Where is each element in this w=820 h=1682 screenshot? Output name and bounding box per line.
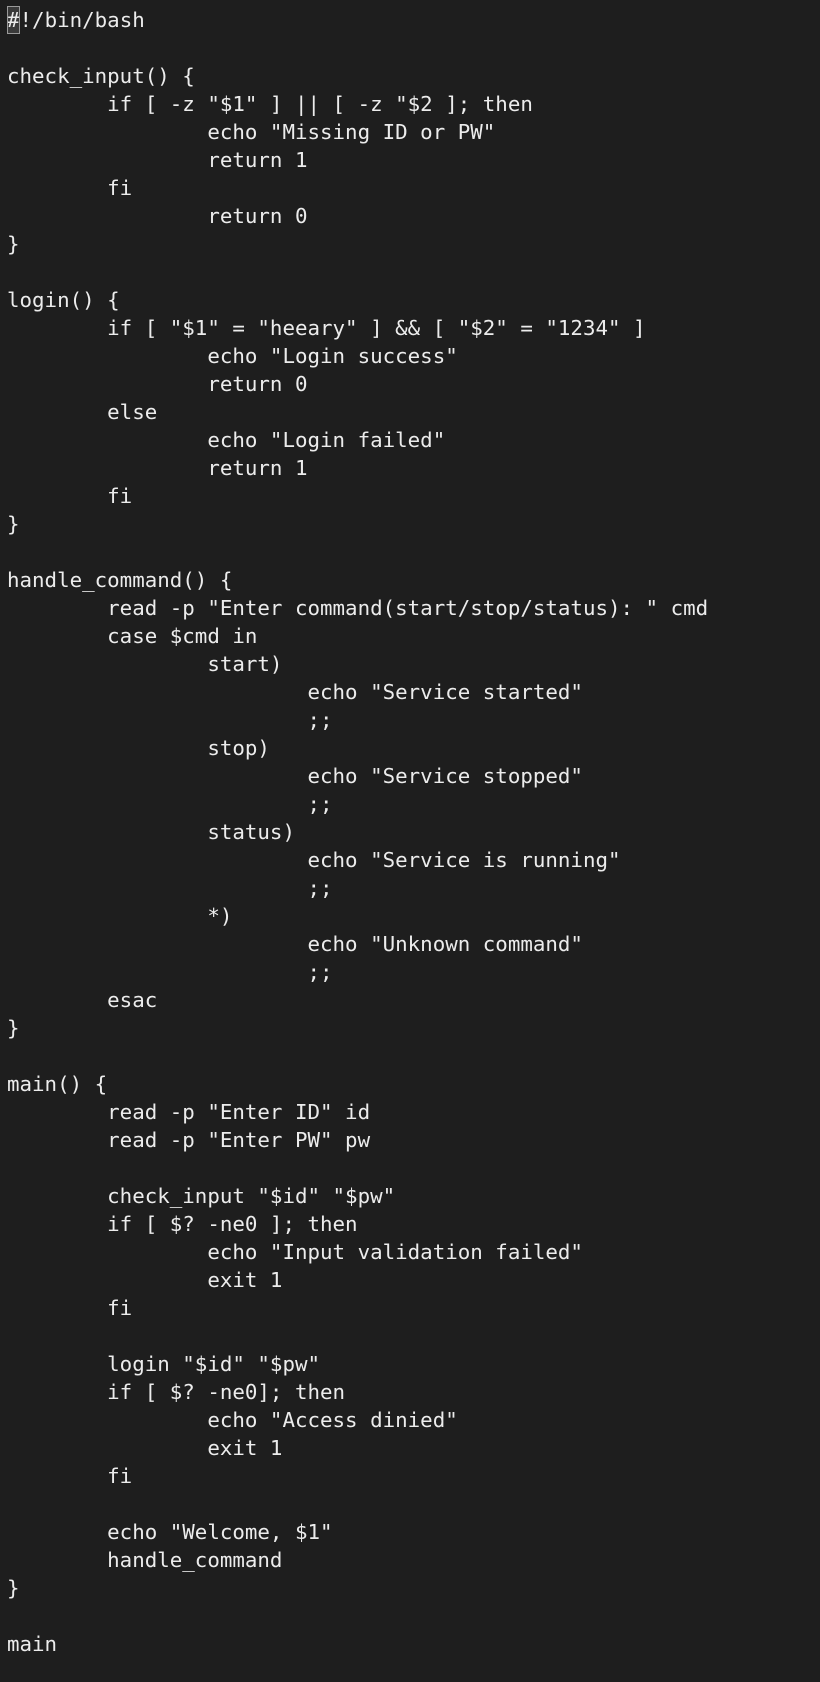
code-line-49: login "$id" "$pw" — [7, 1352, 321, 1376]
code-line-21: handle_command() { — [7, 568, 233, 592]
code-line-14: return 0 — [7, 372, 308, 396]
code-line-28: echo "Service stopped" — [7, 764, 583, 788]
code-line-5: echo "Missing ID or PW" — [7, 120, 496, 144]
code-line-11: login() { — [7, 288, 120, 312]
code-line-6: return 1 — [7, 148, 308, 172]
code-line-56: handle_command — [7, 1548, 283, 1572]
code-line-45: echo "Input validation failed" — [7, 1240, 583, 1264]
code-line-19: } — [7, 512, 20, 536]
code-line-33: *) — [7, 904, 233, 928]
code-line-31: echo "Service is running" — [7, 848, 621, 872]
code-line-26: ;; — [7, 708, 333, 732]
code-line-36: esac — [7, 988, 158, 1012]
code-line-44: if [ $? -ne0 ]; then — [7, 1212, 358, 1236]
code-line-51: echo "Access dinied" — [7, 1408, 458, 1432]
code-line-40: read -p "Enter ID" id — [7, 1100, 371, 1124]
code-line-35: ;; — [7, 960, 333, 984]
code-line-39: main() { — [7, 1072, 108, 1096]
code-line-18: fi — [7, 484, 133, 508]
code-line-52: exit 1 — [7, 1436, 283, 1460]
code-line-7: fi — [7, 176, 133, 200]
code-line-15: else — [7, 400, 158, 424]
code-line-16: echo "Login failed" — [7, 428, 446, 452]
code-line-53: fi — [7, 1464, 133, 1488]
code-line-25: echo "Service started" — [7, 680, 583, 704]
code-line-12: if [ "$1" = "heeary" ] && [ "$2" = "1234… — [7, 316, 646, 340]
code-line-50: if [ $? -ne0]; then — [7, 1380, 346, 1404]
code-line-37: } — [7, 1016, 20, 1040]
code-line-30: status) — [7, 820, 295, 844]
code-line-41: read -p "Enter PW" pw — [7, 1128, 371, 1152]
code-line-23: case $cmd in — [7, 624, 258, 648]
code-line-34: echo "Unknown command" — [7, 932, 583, 956]
code-line-17: return 1 — [7, 456, 308, 480]
code-line-32: ;; — [7, 876, 333, 900]
text-cursor: # — [7, 6, 20, 34]
code-line-22: read -p "Enter command(start/stop/status… — [7, 596, 709, 620]
code-line-57: } — [7, 1576, 20, 1600]
code-line-27: stop) — [7, 736, 270, 760]
code-line-1: #!/bin/bash — [7, 6, 708, 34]
code-line-47: fi — [7, 1296, 133, 1320]
code-line-29: ;; — [7, 792, 333, 816]
code-line-24: start) — [7, 652, 283, 676]
code-line-8: return 0 — [7, 204, 308, 228]
code-line-43: check_input "$id" "$pw" — [7, 1184, 396, 1208]
code-line-3: check_input() { — [7, 64, 195, 88]
code-line-9: } — [7, 232, 20, 256]
code-line-55: echo "Welcome, $1" — [7, 1520, 333, 1544]
code-line-59: main — [7, 1632, 58, 1656]
code-line-13: echo "Login success" — [7, 344, 458, 368]
code-line-46: exit 1 — [7, 1268, 283, 1292]
code-editor[interactable]: #!/bin/bash check_input() { if [ -z "$1"… — [0, 0, 820, 1682]
shebang-text: !/bin/bash — [19, 8, 145, 32]
code-line-4: if [ -z "$1" ] || [ -z "$2 ]; then — [7, 92, 533, 116]
code-lines: #!/bin/bash check_input() { if [ -z "$1"… — [7, 6, 708, 1658]
